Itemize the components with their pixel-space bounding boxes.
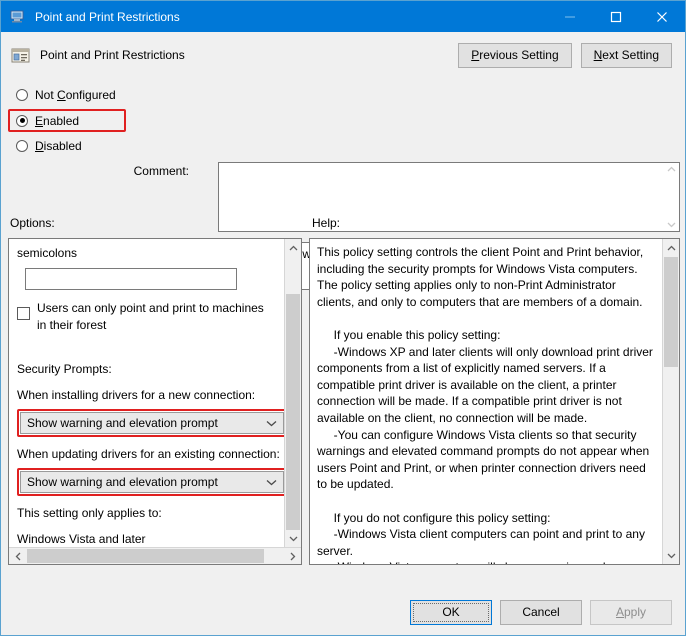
update-drivers-dropdown[interactable]: Show warning and elevation prompt bbox=[20, 471, 284, 493]
radio-not-configured[interactable]: Not Configured bbox=[12, 84, 162, 106]
update-dropdown-highlight: Show warning and elevation prompt bbox=[17, 468, 284, 496]
chevron-up-icon bbox=[667, 245, 675, 250]
maximize-button[interactable] bbox=[593, 1, 639, 32]
panels-container: semicolons Users can only point and prin… bbox=[1, 238, 685, 589]
chevron-down-icon bbox=[266, 475, 277, 489]
minimize-button[interactable] bbox=[547, 1, 593, 32]
radio-label-disabled: Disabled bbox=[35, 139, 82, 153]
close-button[interactable] bbox=[639, 1, 685, 32]
radio-indicator-not-configured bbox=[16, 89, 28, 101]
scroll-down-button[interactable] bbox=[663, 547, 679, 564]
options-content: semicolons Users can only point and prin… bbox=[9, 239, 284, 547]
update-drivers-label: When updating drivers for an existing co… bbox=[17, 447, 280, 461]
trusted-servers-input[interactable] bbox=[25, 268, 237, 290]
next-setting-button[interactable]: Next Setting bbox=[580, 42, 672, 68]
maximize-icon bbox=[610, 11, 622, 22]
help-paragraph-3: If you do not configure this policy sett… bbox=[317, 510, 645, 565]
options-panel: semicolons Users can only point and prin… bbox=[8, 238, 302, 565]
chevron-right-icon bbox=[290, 552, 295, 560]
help-panel-body: This policy setting controls the client … bbox=[310, 239, 662, 564]
ok-button[interactable]: OK bbox=[410, 599, 492, 625]
options-vertical-scrollbar[interactable] bbox=[284, 239, 301, 547]
radio-disabled[interactable]: Disabled bbox=[12, 135, 162, 157]
help-vertical-scrollbar[interactable] bbox=[662, 239, 679, 564]
radio-label-enabled: Enabled bbox=[35, 113, 80, 128]
close-icon bbox=[657, 11, 667, 22]
help-paragraph-1: This policy setting controls the client … bbox=[317, 245, 647, 309]
section-labels: Options: Help: bbox=[1, 214, 685, 238]
applies-to-value: Windows Vista and later bbox=[17, 532, 146, 546]
install-drivers-dropdown[interactable]: Show warning and elevation prompt bbox=[20, 412, 284, 434]
chevron-left-icon bbox=[15, 552, 20, 560]
forest-checkbox-row[interactable]: Users can only point and print to machin… bbox=[17, 300, 276, 334]
forest-checkbox-label: Users can only point and print to machin… bbox=[37, 301, 264, 332]
point-and-print-restrictions-dialog: Point and Print Restrictions Point and P… bbox=[0, 0, 686, 636]
chevron-down-icon bbox=[667, 553, 675, 558]
comment-label: Comment: bbox=[133, 164, 189, 178]
form-area: Not Configured Enabled Disabled Comment:… bbox=[1, 78, 685, 290]
update-dropdown-value: Show warning and elevation prompt bbox=[27, 475, 218, 489]
scroll-up-button[interactable] bbox=[285, 239, 301, 256]
options-label: Options: bbox=[10, 216, 55, 230]
scroll-down-button[interactable] bbox=[285, 530, 301, 547]
scroll-up-button[interactable] bbox=[663, 239, 679, 256]
policy-setting-icon bbox=[11, 46, 30, 65]
scroll-right-button[interactable] bbox=[284, 548, 301, 564]
options-intro-text: semicolons bbox=[17, 246, 78, 260]
previous-setting-label: revious Setting bbox=[479, 48, 559, 62]
radio-indicator-enabled bbox=[16, 114, 28, 127]
help-paragraph-2: If you enable this policy setting: -Wind… bbox=[317, 327, 653, 492]
radio-indicator-disabled bbox=[16, 140, 28, 152]
state-radio-group: Not Configured Enabled Disabled bbox=[8, 84, 162, 160]
applies-to-label: This setting only applies to: bbox=[17, 506, 162, 520]
radio-label-not-configured: Not Configured bbox=[35, 88, 116, 102]
radio-enabled[interactable]: Enabled bbox=[8, 109, 126, 132]
cancel-button[interactable]: Cancel bbox=[500, 599, 582, 625]
chevron-up-icon bbox=[289, 245, 297, 250]
help-content: This policy setting controls the client … bbox=[310, 239, 662, 564]
scroll-thumb[interactable] bbox=[286, 294, 300, 530]
install-drivers-label: When installing drivers for a new connec… bbox=[17, 388, 256, 402]
scroll-left-button[interactable] bbox=[9, 548, 26, 564]
window-controls bbox=[547, 1, 685, 32]
dialog-header: Point and Print Restrictions Previous Se… bbox=[1, 32, 685, 78]
setting-title: Point and Print Restrictions bbox=[40, 48, 185, 62]
help-panel: This policy setting controls the client … bbox=[309, 238, 680, 565]
next-setting-label: ext Setting bbox=[602, 48, 659, 62]
computer-icon bbox=[10, 9, 26, 25]
install-dropdown-value: Show warning and elevation prompt bbox=[27, 416, 218, 430]
help-label: Help: bbox=[312, 216, 341, 230]
apply-button[interactable]: Apply bbox=[590, 599, 672, 625]
window-title: Point and Print Restrictions bbox=[35, 9, 180, 24]
scroll-thumb[interactable] bbox=[664, 257, 678, 367]
title-bar: Point and Print Restrictions bbox=[1, 1, 685, 32]
chevron-down-icon bbox=[266, 416, 277, 430]
options-horizontal-scrollbar[interactable] bbox=[9, 547, 301, 564]
dialog-footer: OK Cancel Apply bbox=[1, 589, 685, 635]
forest-checkbox[interactable] bbox=[17, 307, 30, 320]
hscroll-thumb[interactable] bbox=[27, 549, 264, 563]
navigation-buttons: Previous Setting Next Setting bbox=[458, 42, 672, 68]
options-panel-body: semicolons Users can only point and prin… bbox=[9, 239, 284, 547]
previous-setting-button[interactable]: Previous Setting bbox=[458, 42, 572, 68]
install-dropdown-highlight: Show warning and elevation prompt bbox=[17, 409, 284, 437]
apply-label: pply bbox=[624, 605, 647, 619]
chevron-down-icon bbox=[289, 536, 297, 541]
minimize-icon bbox=[565, 16, 575, 17]
security-prompts-label: Security Prompts: bbox=[17, 362, 112, 376]
chevron-up-icon bbox=[667, 166, 675, 172]
